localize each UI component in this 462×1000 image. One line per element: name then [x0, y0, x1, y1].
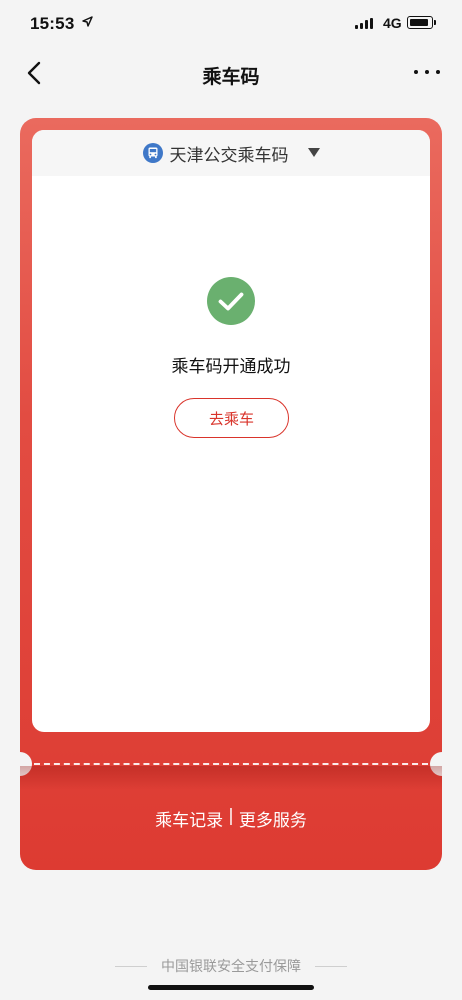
bus-icon — [142, 143, 163, 163]
divider-right — [315, 965, 347, 967]
page-title: 乘车码 — [202, 66, 260, 88]
network-label: 4G — [383, 15, 402, 31]
nav-bar: 乘车码 — [0, 48, 462, 100]
card-footer-links: 乘车记录 | 更多服务 — [20, 806, 442, 831]
more-services-link[interactable]: 更多服务 — [239, 806, 307, 831]
card-content: 天津公交乘车码 乘车码开通成功 去乘车 — [32, 130, 430, 732]
check-circle-icon — [207, 277, 255, 325]
divider — [34, 763, 428, 765]
route-selector[interactable]: 天津公交乘车码 — [32, 130, 430, 176]
payment-guarantee: 中国银联安全支付保障 — [0, 956, 462, 976]
home-indicator[interactable] — [148, 985, 314, 990]
guarantee-text: 中国银联安全支付保障 — [161, 959, 301, 975]
location-arrow-icon — [82, 16, 93, 27]
caret-down-icon — [307, 148, 320, 157]
route-name: 天津公交乘车码 — [169, 145, 289, 166]
divider-shadow — [20, 766, 442, 790]
status-time: 15:53 — [30, 14, 75, 33]
divider-left — [115, 965, 147, 967]
ellipsis-icon[interactable] — [414, 62, 440, 82]
footer-separator: | — [228, 806, 234, 826]
success-message: 乘车码开通成功 — [171, 357, 291, 377]
go-ride-button[interactable]: 去乘车 — [174, 398, 289, 438]
ride-code-card: 天津公交乘车码 乘车码开通成功 去乘车 乘车记录 | 更多服务 — [20, 118, 442, 870]
ride-records-link[interactable]: 乘车记录 — [155, 806, 223, 831]
battery-icon — [407, 16, 436, 29]
status-bar: 15:53 4G — [0, 0, 462, 48]
signal-icon — [355, 18, 373, 29]
